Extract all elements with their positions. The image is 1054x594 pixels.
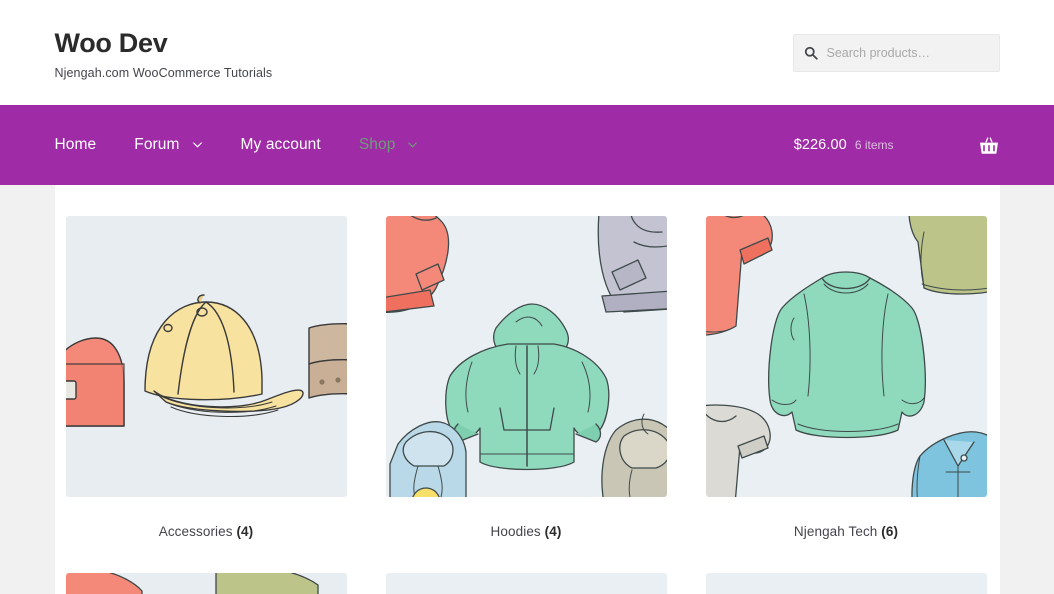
nav-link-my-account[interactable]: My account [241,136,321,154]
category-card-hoodies[interactable]: Hoodies (4) [385,216,667,539]
category-card-accessories[interactable]: Accessories (4) [65,216,347,539]
site-title[interactable]: Woo Dev [55,28,273,59]
next-row-thumb-3 [705,573,987,594]
nav-inner: Home Forum My account Shop $226.00 6 ite… [55,105,1000,185]
basket-icon [979,136,998,154]
category-title-accessories: Accessories (4) [66,524,347,539]
category-card-njengah-tech[interactable]: Njengah Tech (6) [705,216,987,539]
category-title-njengah-tech: Njengah Tech (6) [706,524,987,539]
njengah-tech-thumb [705,216,987,497]
primary-navigation: Home Forum My account Shop $226.00 6 ite… [0,105,1054,185]
category-count: (4) [544,524,562,539]
nav-link-forum[interactable]: Forum [134,136,179,154]
header-inner: Woo Dev Njengah.com WooCommerce Tutorial… [55,0,1000,105]
cart-total-amount: $226.00 [793,137,847,153]
category-name: Njengah Tech [793,524,878,539]
category-name: Accessories [158,524,233,539]
nav-item-shop[interactable]: Shop [359,136,419,154]
accessories-thumb [65,216,347,497]
nav-link-home[interactable]: Home [55,136,97,154]
chevron-down-icon[interactable] [407,142,418,149]
category-count: (4) [236,524,254,539]
category-name: Hoodies [490,524,541,539]
cart-item-count: 6 items [854,138,894,152]
search-icon [804,46,818,60]
nav-link-shop[interactable]: Shop [359,136,396,154]
category-count: (6) [881,524,899,539]
next-row-thumb-2 [385,573,667,594]
search-input[interactable] [826,46,989,60]
chevron-down-icon[interactable] [192,142,203,149]
nav-menu: Home Forum My account Shop [55,136,457,154]
main-content: Accessories (4) Hoodies (4) Njengah Tech… [54,185,1000,594]
nav-item-forum[interactable]: Forum [134,136,202,154]
next-row-thumb-1 [65,573,347,594]
nav-item-home[interactable]: Home [55,136,97,154]
cart-area: $226.00 6 items [794,134,1000,156]
category-card-row2-3[interactable] [705,573,987,594]
cart-contents-link[interactable]: $226.00 6 items [794,137,894,153]
site-header: Woo Dev Njengah.com WooCommerce Tutorial… [0,0,1054,105]
site-branding[interactable]: Woo Dev Njengah.com WooCommerce Tutorial… [55,28,273,80]
hoodies-thumb [385,216,667,497]
nav-item-my-account[interactable]: My account [241,136,321,154]
category-card-row2-1[interactable] [65,573,347,594]
category-card-row2-2[interactable] [385,573,667,594]
product-category-grid: Accessories (4) Hoodies (4) Njengah Tech… [65,216,989,594]
product-search-form[interactable] [792,34,1000,72]
category-title-hoodies: Hoodies (4) [386,524,667,539]
cart-toggle-button[interactable] [978,134,1000,156]
site-tagline: Njengah.com WooCommerce Tutorials [54,66,273,81]
